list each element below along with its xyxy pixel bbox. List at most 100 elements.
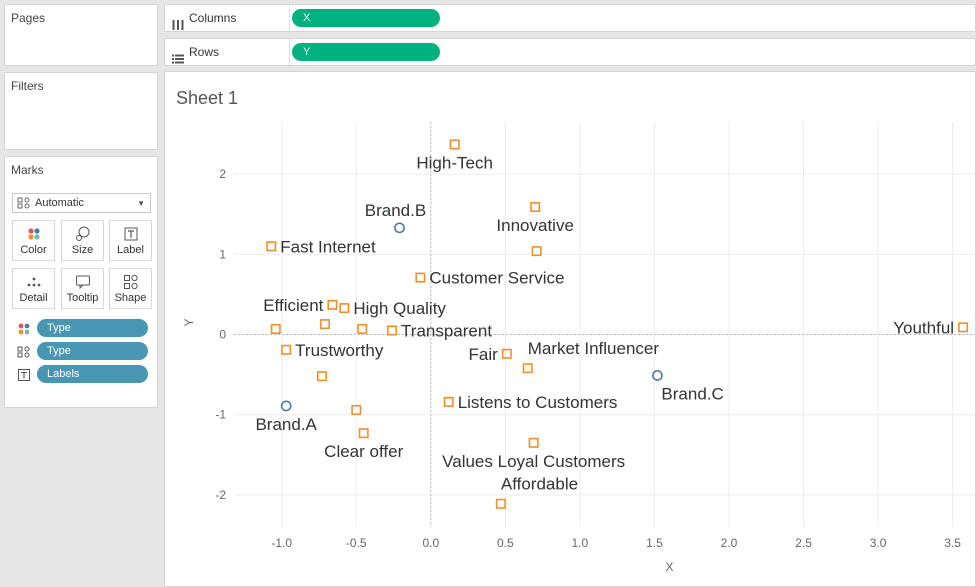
x-tick-label: 2.5	[795, 536, 812, 550]
rows-shelf-label: Rows	[165, 39, 290, 65]
y-field-pill[interactable]: Y	[292, 43, 440, 61]
scatter-plot[interactable]: -1.0 -0.5 0.0 0.5 1.0 1.5 2.0 2.5 3.0 3.5 2 1 0 -1 -2 X…	[165, 72, 975, 586]
shape-encoding-row: Type	[17, 342, 153, 360]
point-label: Brand.C	[661, 384, 723, 403]
filters-card-title: Filters	[11, 79, 44, 93]
x-tick-label: 0.5	[497, 536, 514, 550]
detail-button[interactable]: Detail	[12, 268, 55, 309]
tooltip-button-label: Tooltip	[66, 292, 99, 304]
pages-card-title: Pages	[11, 11, 46, 25]
attribute-point	[357, 323, 368, 334]
point-label: Fair	[469, 345, 499, 364]
point-label: Brand.B	[365, 201, 426, 220]
attribute-point	[319, 319, 330, 330]
text-label-icon	[123, 226, 139, 242]
brand-point	[280, 400, 292, 412]
y-tick-label: -2	[215, 488, 226, 502]
color-button-label: Color	[20, 244, 47, 256]
point-label: Innovative	[496, 216, 574, 235]
attribute-point	[415, 272, 426, 283]
point-label: High-Tech	[416, 153, 493, 172]
y-tick-label: 0	[219, 328, 226, 342]
automatic-shapes-icon	[17, 197, 31, 209]
size-button[interactable]: Size	[61, 220, 104, 261]
shapes-icon	[123, 274, 139, 290]
x-tick-label: 0.0	[422, 536, 439, 550]
marks-card-title: Marks	[11, 163, 44, 177]
point-label: High Quality	[353, 299, 446, 318]
shapes-icon	[17, 345, 31, 358]
attribute-point	[327, 299, 338, 310]
label-button-label: Label	[117, 244, 144, 256]
pages-card[interactable]: Pages	[4, 4, 158, 66]
point-label: Affordable	[501, 475, 578, 494]
color-palette-icon	[26, 226, 42, 242]
marks-card: Marks Automatic ▼ Color Size Label Detai…	[4, 156, 158, 408]
x-axis-title: X	[665, 560, 673, 574]
attribute-point	[358, 428, 369, 439]
point-label: Listens to Customers	[458, 393, 618, 412]
color-palette-icon	[17, 322, 31, 335]
attribute-point	[528, 437, 539, 448]
attribute-point	[316, 371, 327, 382]
mark-type-dropdown[interactable]: Automatic ▼	[12, 193, 151, 213]
x-tick-label: -0.5	[346, 536, 367, 550]
worksheet-view[interactable]: Sheet 1 -1.0 -0.5 0.0 0.5 1.0 1.5 2.0 2.5 3.0 3.5…	[164, 71, 976, 587]
x-tick-label: 3.5	[944, 536, 961, 550]
columns-shelf-label: Columns	[165, 5, 290, 31]
shape-button-label: Shape	[114, 292, 147, 304]
color-encoding-row: Type	[17, 319, 153, 337]
tooltip-button[interactable]: Tooltip	[61, 268, 104, 309]
y-tick-label: 1	[219, 247, 226, 261]
attribute-point	[281, 344, 292, 355]
shape-button[interactable]: Shape	[109, 268, 152, 309]
x-tick-label: 1.0	[572, 536, 589, 550]
labels-pill[interactable]: Labels	[37, 365, 148, 383]
text-label-icon	[17, 368, 31, 381]
point-label: Values Loyal Customers	[442, 452, 625, 471]
attribute-point	[443, 396, 454, 407]
label-button[interactable]: Label	[109, 220, 152, 261]
attribute-point	[339, 303, 350, 314]
filters-card[interactable]: Filters	[4, 72, 158, 150]
rows-label-text: Rows	[189, 45, 220, 59]
point-label: Clear offer	[324, 442, 403, 461]
attribute-point	[387, 325, 398, 336]
brand-point	[394, 222, 405, 234]
y-tick-label: 2	[219, 167, 226, 181]
color-button[interactable]: Color	[12, 220, 55, 261]
size-icon	[75, 226, 91, 242]
attribute-point	[522, 363, 533, 374]
color-type-pill[interactable]: Type	[37, 319, 148, 337]
x-tick-label: 2.0	[721, 536, 738, 550]
size-button-label: Size	[71, 244, 94, 256]
point-label: Transparent	[401, 322, 492, 341]
attribute-point	[495, 498, 506, 509]
detail-dots-icon	[26, 274, 42, 290]
x-field-pill[interactable]: X	[292, 9, 440, 27]
columns-label-text: Columns	[189, 11, 237, 25]
point-label: Trustworthy	[295, 341, 384, 360]
attribute-point	[449, 139, 460, 150]
y-tick-label: -1	[215, 408, 226, 422]
attribute-point	[270, 323, 281, 334]
mark-type-value: Automatic	[35, 197, 84, 209]
columns-shelf[interactable]: Columns X	[164, 4, 976, 32]
rows-shelf[interactable]: Rows Y	[164, 38, 976, 66]
attribute-point	[530, 202, 541, 213]
tooltip-bubble-icon	[75, 274, 91, 290]
attribute-point	[501, 348, 512, 359]
rows-icon	[172, 47, 184, 64]
point-label: Brand.A	[255, 415, 317, 434]
point-label: Market Influencer	[528, 339, 660, 358]
x-tick-label: 1.5	[646, 536, 663, 550]
attribute-point	[266, 241, 277, 252]
point-label: Youthful	[893, 318, 954, 337]
x-tick-label: -1.0	[271, 536, 292, 550]
columns-icon	[172, 13, 184, 30]
shape-type-pill[interactable]: Type	[37, 342, 148, 360]
y-axis-title: Y	[182, 319, 196, 327]
point-label: Customer Service	[429, 269, 564, 288]
point-label: Fast Internet	[280, 237, 376, 256]
attribute-point	[958, 322, 969, 333]
